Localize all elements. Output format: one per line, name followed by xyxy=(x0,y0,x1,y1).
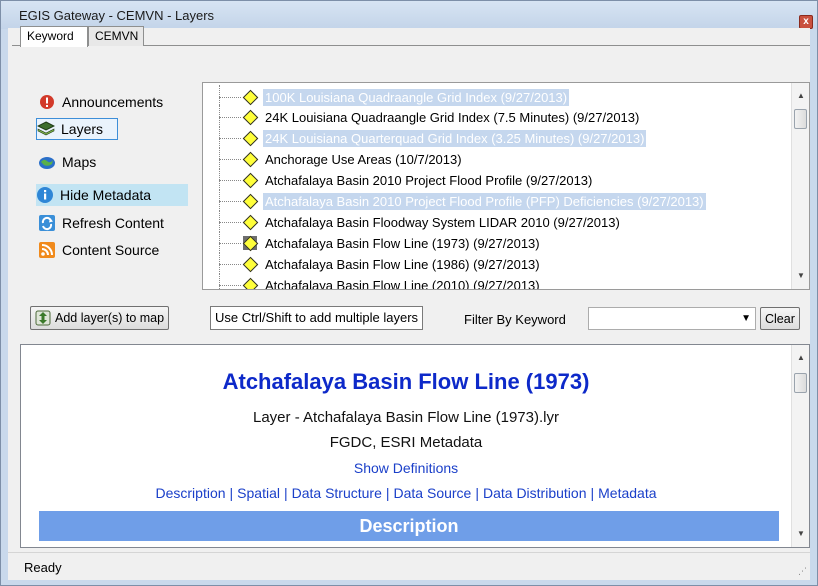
layer-diamond-icon xyxy=(243,215,257,229)
layer-label: Anchorage Use Areas (10/7/2013) xyxy=(265,151,462,167)
list-item[interactable]: Anchorage Use Areas (10/7/2013) xyxy=(203,147,793,169)
nav-hide-metadata[interactable]: Hide Metadata xyxy=(36,184,188,206)
resize-grip-icon[interactable]: ⋰ xyxy=(798,566,807,577)
multi-select-hint: Use Ctrl/Shift to add multiple layers xyxy=(210,306,424,330)
globe-icon xyxy=(38,153,56,171)
layer-list[interactable]: 100K Louisiana Quadraangle Grid Index (9… xyxy=(202,82,810,290)
layer-label: Atchafalaya Basin Flow Line (1973) (9/27… xyxy=(265,235,540,251)
tab-cemvn[interactable]: CEMVN xyxy=(88,26,144,46)
layer-diamond-icon xyxy=(243,110,257,124)
list-item[interactable]: Atchafalaya Basin Flow Line (1986) (9/27… xyxy=(203,252,793,274)
layer-label: Atchafalaya Basin 2010 Project Flood Pro… xyxy=(265,172,593,188)
scroll-up-arrow-icon[interactable]: ▲ xyxy=(792,87,809,105)
tab-cemvn-label: CEMVN xyxy=(95,29,139,43)
description-section-header: Description xyxy=(39,511,779,541)
link-data-distribution[interactable]: Data Distribution xyxy=(483,485,587,501)
metadata-title: Atchafalaya Basin Flow Line (1973) xyxy=(222,369,590,394)
link-data-source[interactable]: Data Source xyxy=(394,485,472,501)
nav-layers-label: Layers xyxy=(61,121,104,137)
nav-maps-label: Maps xyxy=(62,154,97,170)
add-layers-label: Add layer(s) to map xyxy=(55,311,165,325)
rss-icon xyxy=(38,241,56,259)
title-bar[interactable]: EGIS Gateway - CEMVN - Layers x xyxy=(1,1,817,29)
add-layers-button[interactable]: Add layer(s) to map xyxy=(30,306,170,330)
nav-content-source[interactable]: Content Source xyxy=(38,239,161,261)
layer-diamond-icon xyxy=(243,257,257,271)
layer-label: 24K Louisiana Quarterquad Grid Index (3.… xyxy=(263,129,647,147)
clear-button[interactable]: Clear xyxy=(760,307,800,330)
list-item[interactable]: Atchafalaya Basin Flow Line (1973) (9/27… xyxy=(203,231,793,253)
scroll-down-arrow-icon[interactable]: ▼ xyxy=(792,525,809,543)
nav-content-source-label: Content Source xyxy=(62,242,160,258)
link-description[interactable]: Description xyxy=(155,485,225,501)
list-item[interactable]: 24K Louisiana Quadraangle Grid Index (7.… xyxy=(203,105,793,127)
nav-announcements[interactable]: Announcements xyxy=(38,91,165,113)
metadata-section-links: Description | Spatial | Data Structure | Data … xyxy=(155,485,657,501)
link-metadata[interactable]: Metadata xyxy=(598,485,656,501)
layer-label: Atchafalaya Basin Floodway System LIDAR … xyxy=(265,214,620,230)
scroll-up-arrow-icon[interactable]: ▲ xyxy=(792,349,809,367)
tab-keyword-label: Keyword xyxy=(27,29,74,43)
nav-announcements-label: Announcements xyxy=(62,94,164,110)
show-definitions-link[interactable]: Show Definitions xyxy=(21,460,791,476)
nav-layers[interactable]: Layers xyxy=(36,118,118,140)
link-data-structure[interactable]: Data Structure xyxy=(292,485,382,501)
list-item[interactable]: Atchafalaya Basin Floodway System LIDAR … xyxy=(203,210,793,232)
layer-label: 24K Louisiana Quadraangle Grid Index (7.… xyxy=(265,109,640,125)
layer-diamond-icon xyxy=(243,173,257,187)
status-bar: Ready ⋰ xyxy=(8,552,810,580)
layer-label: Atchafalaya Basin 2010 Project Flood Pro… xyxy=(263,192,706,210)
list-item[interactable]: Atchafalaya Basin Flow Line (2010) (9/27… xyxy=(203,273,793,290)
tab-keyword[interactable]: Keyword xyxy=(20,26,88,47)
chevron-down-icon[interactable]: ▼ xyxy=(741,313,751,324)
list-item[interactable]: Atchafalaya Basin 2010 Project Flood Pro… xyxy=(203,168,793,190)
nav-refresh-content-label: Refresh Content xyxy=(62,215,164,231)
layer-diamond-icon xyxy=(243,236,257,250)
filter-label: Filter By Keyword xyxy=(464,312,566,327)
status-text: Ready xyxy=(24,560,62,575)
metadata-formats: FGDC, ESRI Metadata xyxy=(329,434,483,451)
layers-icon xyxy=(37,120,55,138)
nav-refresh-content[interactable]: Refresh Content xyxy=(38,212,166,234)
list-item[interactable]: 100K Louisiana Quadraangle Grid Index (9… xyxy=(203,85,793,107)
layer-label: Atchafalaya Basin Flow Line (1986) (9/27… xyxy=(265,256,540,272)
layer-diamond-icon xyxy=(243,90,257,104)
refresh-icon xyxy=(38,214,56,232)
scroll-down-arrow-icon[interactable]: ▼ xyxy=(792,267,809,285)
layer-diamond-icon xyxy=(243,131,257,145)
filter-keyword-combobox[interactable]: ▼ xyxy=(588,307,756,330)
metadata-panel: Atchafalaya Basin Flow Line (1973) Layer… xyxy=(20,344,810,548)
list-item[interactable]: 24K Louisiana Quarterquad Grid Index (3.… xyxy=(203,126,793,148)
link-spatial[interactable]: Spatial xyxy=(237,485,280,501)
layer-diamond-icon xyxy=(243,152,257,166)
scroll-thumb[interactable] xyxy=(794,373,807,393)
metadata-scrollbar[interactable]: ▲ ▼ xyxy=(791,345,809,547)
clear-label: Clear xyxy=(765,311,795,326)
layer-label: Atchafalaya Basin Flow Line (2010) (9/27… xyxy=(265,277,540,290)
add-layers-icon xyxy=(35,310,51,326)
window-title: EGIS Gateway - CEMVN - Layers xyxy=(19,8,215,23)
scroll-thumb[interactable] xyxy=(794,109,807,129)
list-item[interactable]: Atchafalaya Basin 2010 Project Flood Pro… xyxy=(203,189,793,211)
nav-maps[interactable]: Maps xyxy=(38,151,98,173)
nav-hide-metadata-label: Hide Metadata xyxy=(60,187,152,203)
alert-icon xyxy=(38,93,56,111)
metadata-layer-file: Layer - Atchafalaya Basin Flow Line (197… xyxy=(253,409,559,426)
close-button[interactable]: x xyxy=(799,15,813,29)
layer-list-scrollbar[interactable]: ▲ ▼ xyxy=(791,83,809,289)
layer-label: 100K Louisiana Quadraangle Grid Index (9… xyxy=(263,88,570,106)
info-icon xyxy=(36,186,54,204)
layer-diamond-icon xyxy=(243,278,257,289)
layer-diamond-icon xyxy=(243,194,257,208)
